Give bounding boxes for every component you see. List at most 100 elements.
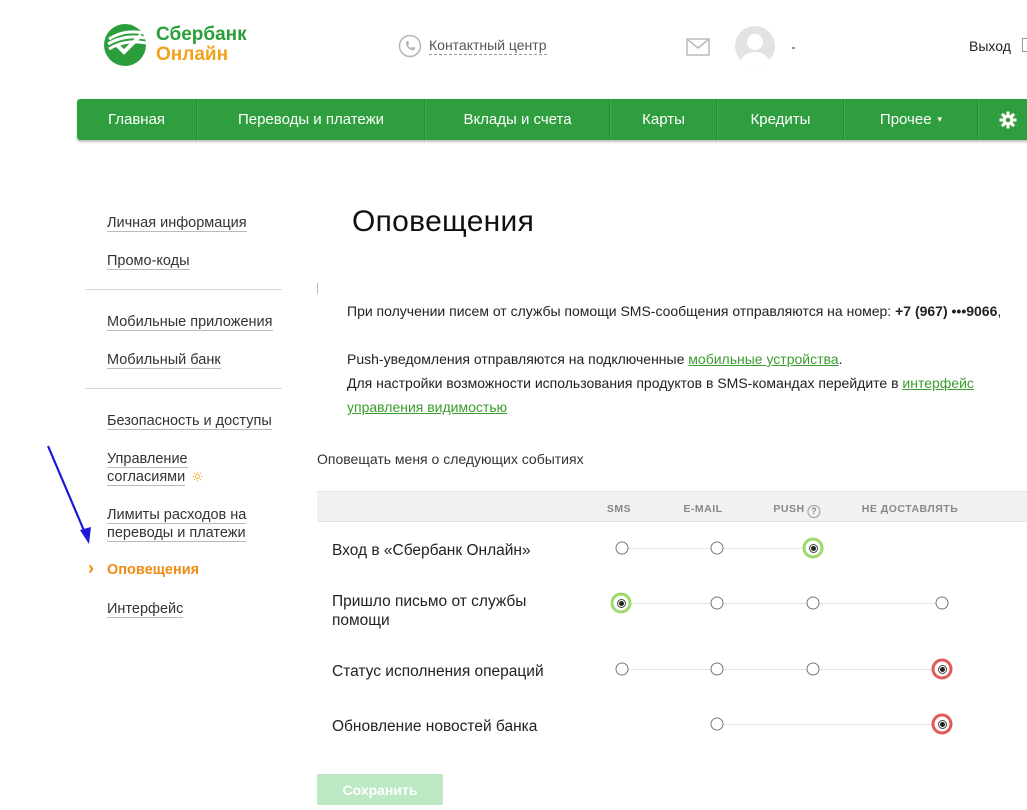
phone-icon [398, 34, 422, 58]
push-info-label: Push-уведомления отправляются на подключ… [347, 351, 689, 367]
logo-line-2: Онлайн [156, 44, 229, 65]
sidebar-item-mobile-apps[interactable]: Мобильные приложения [107, 313, 273, 331]
contact-center-link[interactable]: Контактный центр [398, 34, 547, 58]
sidebar-item-notifications[interactable]: Оповещения [107, 562, 199, 578]
settings-button[interactable] [978, 99, 1027, 140]
column-header-push-label: PUSH [773, 503, 805, 515]
sidebar-item-label: Промо-коды [107, 253, 190, 270]
sberbank-logo-icon [104, 24, 147, 66]
radio-login-push[interactable] [802, 537, 824, 559]
nav-label: Главная [107, 111, 166, 128]
nav-item-credits[interactable]: Кредиты [717, 99, 844, 140]
sms-info-label: При получении писем от службы помощи SMS… [347, 303, 896, 319]
chevron-down-icon: ▾ [937, 114, 943, 124]
radio-status-email[interactable] [710, 662, 724, 676]
events-title: Оповещать меня о следующих событиях [317, 451, 584, 467]
save-button[interactable]: Сохранить [317, 774, 443, 805]
sidebar-item-label: Мобильные приложения [107, 314, 273, 331]
nav-label: Переводы и платежи [237, 111, 385, 128]
user-name-placeholder [792, 47, 795, 49]
sidebar-item-promo-codes[interactable]: Промо-коды [107, 252, 190, 270]
radio-status-none[interactable] [931, 658, 953, 680]
logo-line-1: Сбербанк [156, 24, 247, 45]
user-silhouette-icon [740, 34, 770, 66]
sidebar-item-label: Интерфейс [107, 601, 184, 618]
radio-support-email[interactable] [710, 596, 724, 610]
sidebar-item-limits[interactable]: Лимиты расходов на переводы и платежи [107, 506, 247, 542]
logout-link[interactable]: Выход [969, 38, 1011, 54]
contact-center-label: Контактный центр [429, 37, 547, 55]
event-label-operation-status: Статус исполнения операций [332, 663, 544, 680]
sidebar-item-label: Мобильный банк [107, 352, 221, 369]
visibility-info-text: Для настройки возможности использования … [347, 371, 974, 395]
column-header-sms: SMS [606, 503, 632, 515]
notification-settings-table: SMS E-MAIL PUSH? НЕ ДОСТАВЛЯТЬ Вход в «С… [317, 491, 1027, 761]
radio-news-email[interactable] [710, 717, 724, 731]
annotation-arrow [46, 445, 91, 544]
sidebar-item-personal-info[interactable]: Личная информация [107, 214, 247, 232]
visibility-info-text-2: управления видимостью [347, 395, 507, 419]
row-track [622, 603, 942, 604]
radio-status-sms[interactable] [615, 662, 629, 676]
gear-icon [999, 110, 1017, 129]
nav-label: Прочее [879, 111, 932, 128]
logout-icon[interactable] [1022, 38, 1027, 52]
column-header-email: E-MAIL [683, 503, 723, 515]
event-label-support-letter: Пришло письмо от службы помощи [332, 592, 526, 630]
visibility-info-label: Для настройки возможности использования … [347, 375, 903, 391]
radio-support-sms[interactable] [610, 592, 632, 614]
page-title: Оповещения [352, 205, 535, 238]
sidebar-item-label: Лимиты расходов на [107, 507, 247, 524]
sidebar-item-security[interactable]: Безопасность и доступы [107, 412, 272, 430]
row-track [717, 724, 942, 725]
active-chevron-icon: › [88, 558, 94, 578]
sidebar-item-consents[interactable]: Управление согласиями [107, 450, 203, 486]
visibility-link[interactable]: интерфейс [902, 375, 974, 391]
radio-login-email[interactable] [710, 541, 724, 555]
phone-tail: , [997, 303, 1002, 319]
mobile-devices-link[interactable]: мобильные устройства [688, 351, 838, 367]
sms-info-text: При получении писем от службы помощи SMS… [347, 299, 1001, 323]
event-label-bank-news: Обновление новостей банка [332, 718, 538, 735]
sidebar-item-label: Безопасность и доступы [107, 413, 272, 430]
radio-status-push[interactable] [806, 662, 820, 676]
nav-item-transfers[interactable]: Переводы и платежи [197, 99, 425, 140]
mail-icon[interactable] [686, 38, 710, 56]
sun-icon [192, 471, 203, 482]
table-header: SMS E-MAIL PUSH? НЕ ДОСТАВЛЯТЬ [317, 491, 1027, 522]
radio-support-push[interactable] [806, 596, 820, 610]
main-nav: Главная Переводы и платежи Вклады и счет… [77, 99, 1027, 140]
logo-text: Сбербанк Онлайн [156, 25, 247, 65]
radio-login-sms[interactable] [615, 541, 629, 555]
nav-label: Кредиты [750, 111, 811, 128]
nav-label: Вклады и счета [463, 111, 572, 128]
sidebar-item-label: переводы и платежи [107, 525, 246, 542]
sidebar-divider [85, 388, 282, 389]
column-header-no-delivery: НЕ ДОСТАВЛЯТЬ [861, 503, 959, 515]
push-info-tail: . [838, 351, 843, 367]
sidebar-item-mobile-bank[interactable]: Мобильный банк [107, 351, 221, 369]
sidebar-item-label: Личная информация [107, 215, 247, 232]
avatar[interactable] [735, 26, 775, 66]
event-label-login: Вход в «Сбербанк Онлайн» [332, 542, 531, 559]
nav-item-cards[interactable]: Карты [610, 99, 717, 140]
nav-item-home[interactable]: Главная [77, 99, 197, 140]
sidebar-item-label: согласиями [107, 469, 186, 486]
radio-support-none[interactable] [935, 596, 949, 610]
sidebar-item-label: Управление [107, 451, 188, 468]
visibility-link[interactable]: управления видимостью [347, 399, 507, 415]
text-cursor-mark [317, 283, 318, 294]
push-info-text: Push-уведомления отправляются на подключ… [347, 347, 842, 371]
event-label-line: Пришло письмо от службы [332, 593, 527, 610]
sberbank-logo[interactable]: Сбербанк Онлайн [103, 23, 263, 69]
sidebar-divider [85, 289, 282, 290]
column-header-push: PUSH? [773, 503, 821, 518]
nav-item-deposits[interactable]: Вклады и счета [425, 99, 610, 140]
help-icon[interactable]: ? [807, 505, 821, 518]
event-label-line: помощи [332, 612, 390, 629]
radio-news-none[interactable] [931, 713, 953, 735]
nav-label: Карты [642, 111, 685, 128]
sidebar-item-interface[interactable]: Интерфейс [107, 600, 184, 618]
nav-item-other[interactable]: Прочее ▾ [844, 99, 978, 140]
row-track [622, 669, 942, 670]
